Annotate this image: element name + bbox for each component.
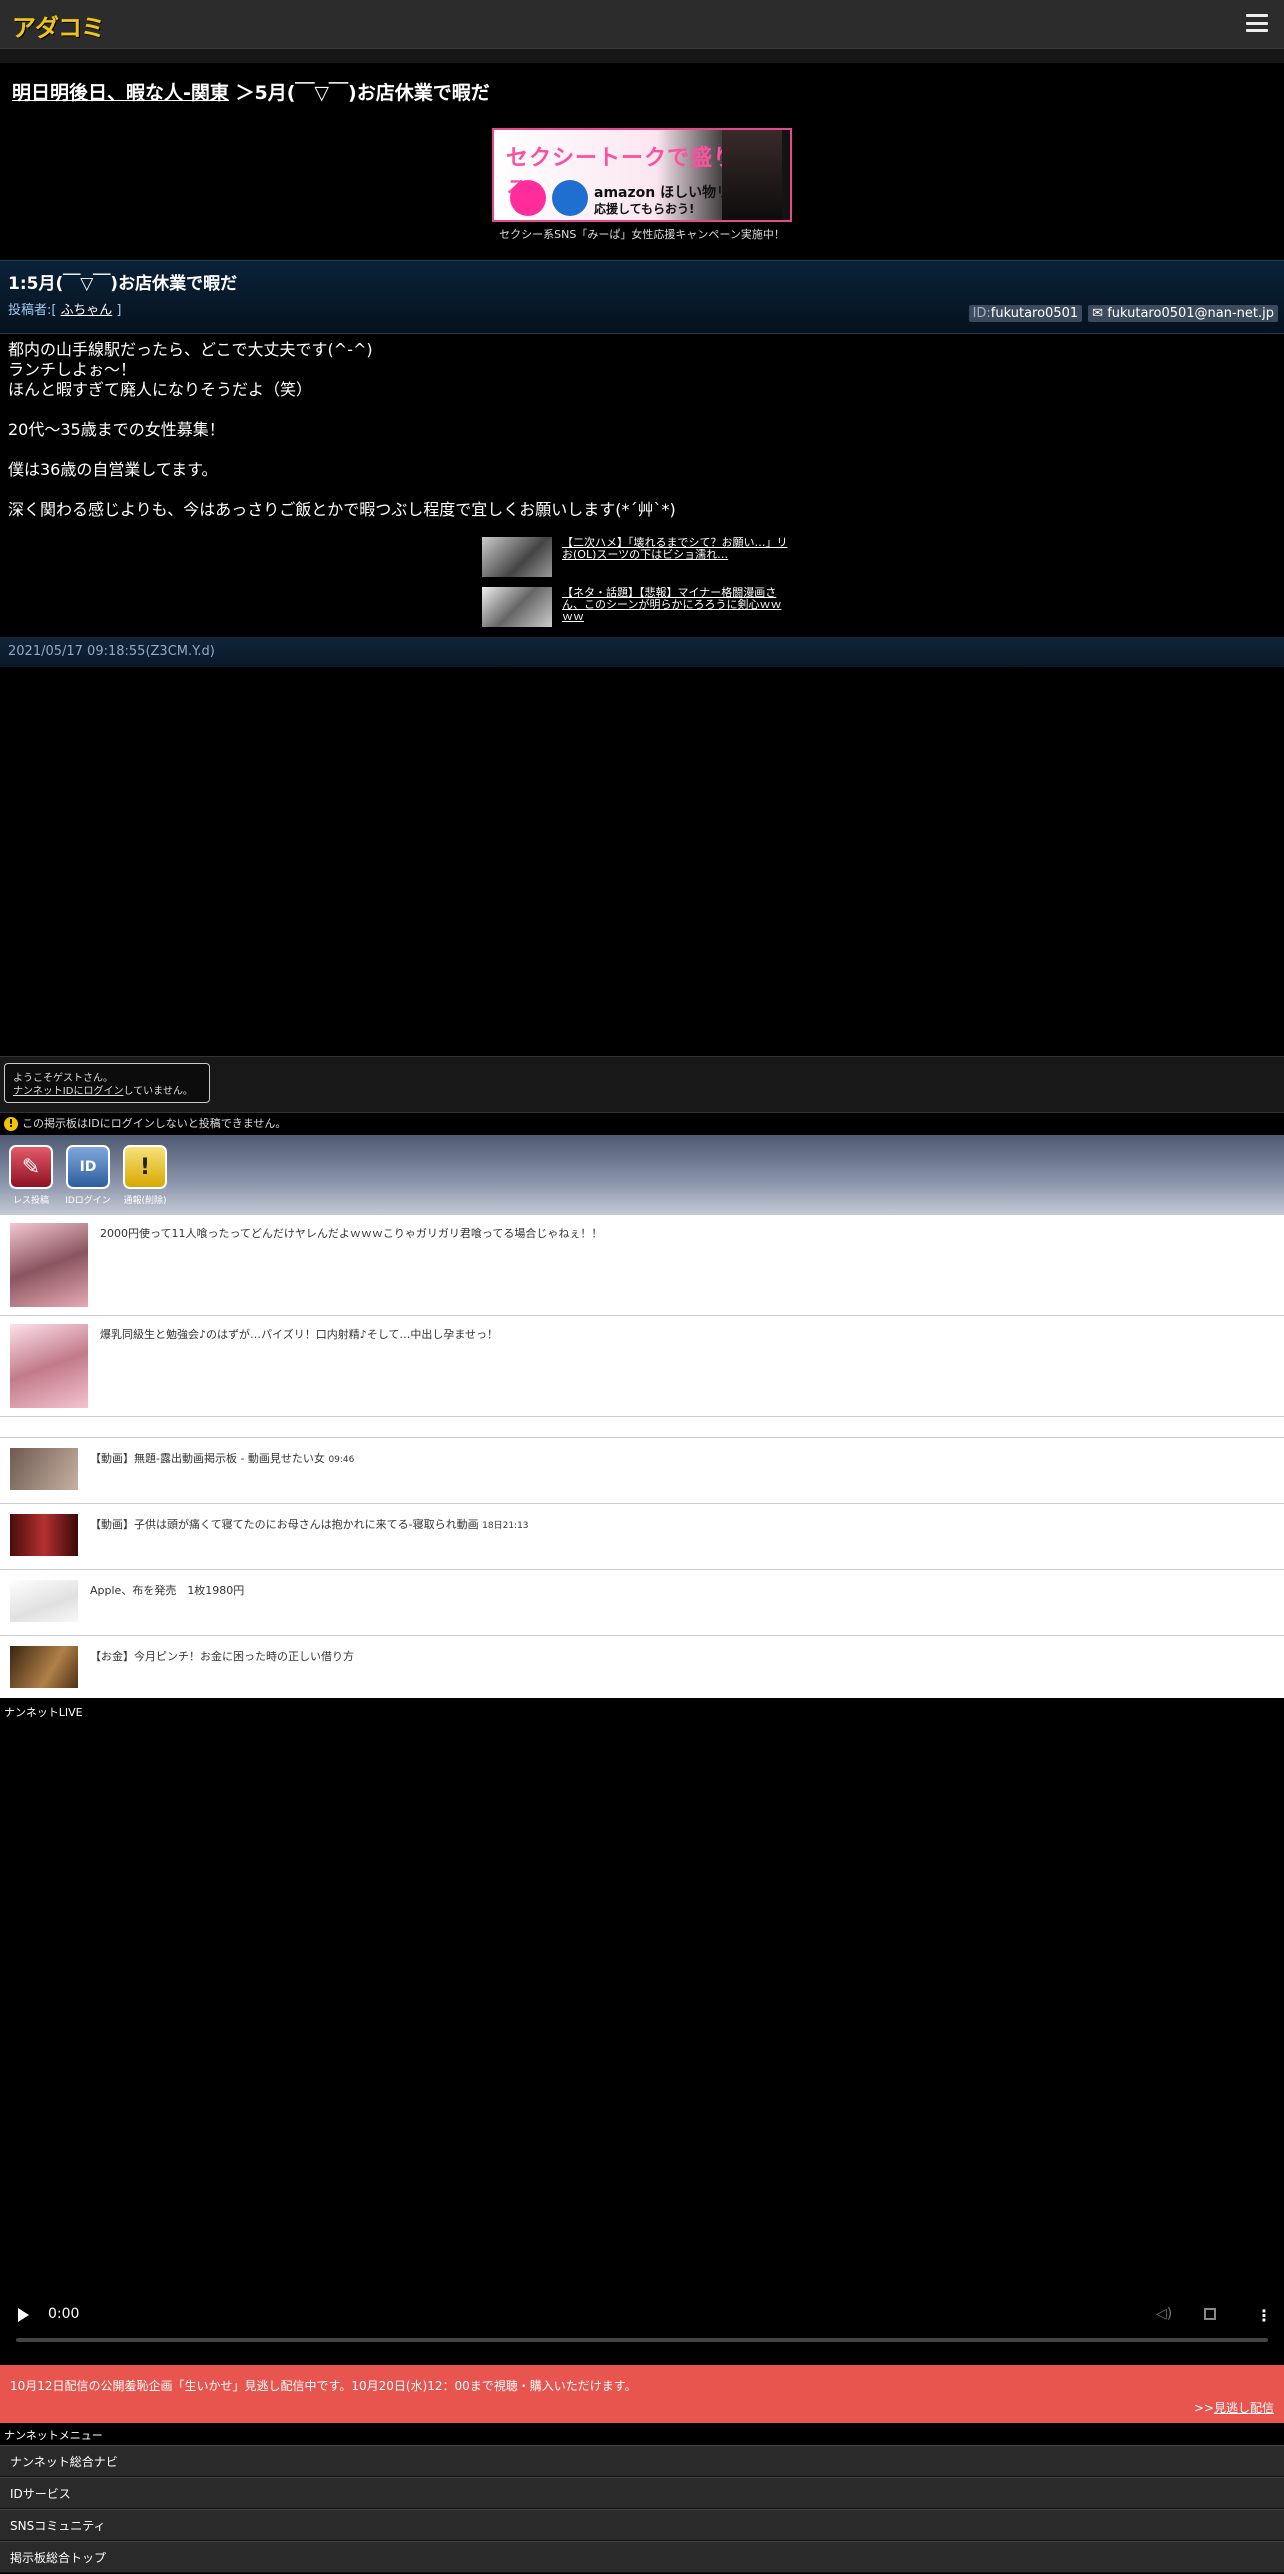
top-bar: アダコミ (0, 0, 1284, 49)
id-value: fukutaro0501 (990, 306, 1079, 321)
poster-info: 投稿者:[ ふちゃん ] (8, 299, 121, 318)
list-thumbnail (10, 1448, 78, 1490)
warning-icon: ! (123, 1145, 167, 1189)
menu-item-nav[interactable]: ナンネット総合ナビ (0, 2445, 1284, 2477)
warning-icon: ! (4, 1117, 18, 1131)
list-item[interactable]: Apple、布を発売 1枚1980円 (0, 1570, 1284, 1636)
list-thumbnail (10, 1223, 88, 1307)
sub-bar (0, 49, 1284, 63)
hamburger-icon[interactable] (1246, 14, 1268, 32)
mail-tag[interactable]: ✉ fukutaro0501@nan-net.jp (1088, 305, 1278, 322)
id-login-button[interactable]: ID IDログイン (63, 1145, 113, 1206)
list-item-text: 2000円使って11人喰ったってどんだけヤレんだよｗｗｗこりゃガリガリ君喰ってる… (100, 1227, 603, 1240)
video-time: 0:00 (48, 2306, 80, 2322)
menu-item-board-top[interactable]: 掲示板総合トップ (0, 2541, 1284, 2573)
list-item-time: 09:46 (328, 1455, 355, 1465)
post-body: 都内の山手線駅だったら、どこで大丈夫です(^-^) ランチしよぉ～！ ほんと暇す… (8, 340, 676, 519)
related-thumbnail (482, 537, 552, 577)
missed-broadcast-link[interactable]: 見逃し配信 (1214, 2401, 1274, 2415)
menu-item-id-service[interactable]: IDサービス (0, 2477, 1284, 2509)
button-label: IDログイン (65, 1196, 111, 1206)
id-tag: ID:fukutaro0501 (968, 305, 1083, 322)
banner-badge-women (510, 180, 546, 216)
list-item-text: 爆乳同級生と勉強会♪のはずが…パイズリ！口内射精♪そして…中出し孕ませっ！ (100, 1328, 499, 1341)
list-item-text: 【お金】今月ピンチ！お金に困った時の正しい借り方 (90, 1650, 354, 1663)
more-options-icon[interactable]: ⋮ (1256, 2306, 1272, 2325)
list-gap (0, 1417, 1284, 1438)
poster-label: 投稿者:[ (8, 303, 57, 318)
menu-title: ナンネットメニュー (4, 2429, 103, 2442)
list-item[interactable]: 【動画】子供は頭が痛くて寝てたのにお母さんは抱かれに来てる-寝取られ動画 18日… (0, 1504, 1284, 1570)
guest-status: していません。 (123, 1086, 193, 1097)
live-banner-text: 10月12日配信の公開羞恥企画「生いかせ」見逃し配信中です。10月20日(水)1… (10, 2379, 637, 2393)
related-link-2[interactable]: 【ネタ・話題】【悲報】マイナー格闘漫画さん、このシーンが明らかにろろうに剣心ｗｗ… (482, 587, 792, 627)
banner-amazon-line2: 応援してもらおう! (594, 202, 695, 216)
banner-badge-men (552, 180, 588, 216)
video-progress-bar[interactable] (16, 2338, 1268, 2342)
post-notice: ! この掲示板はIDにログインしないと投稿できません。 (0, 1112, 1284, 1136)
video-player-controls: 0:00 ◁) ⋮ (0, 2296, 1284, 2342)
mail-value: fukutaro0501@nan-net.jp (1107, 306, 1274, 321)
thread-title-suffix: ＞5月(￣▽￣)お店休業で暇だ (228, 82, 490, 104)
id-card-icon: ID (66, 1145, 110, 1189)
live-section-label: ナンネットLIVE (4, 1706, 83, 1719)
post-tags: ID:fukutaro0501 ✉ fukutaro0501@nan-net.j… (968, 305, 1278, 322)
related-link-1[interactable]: 【二次ハメ】「壊れるまでシて？お願い…」リお(OL)スーツの下はビショ濡れ… (482, 537, 792, 577)
related-link-text: 【二次ハメ】「壊れるまでシて？お願い…」リお(OL)スーツの下はビショ濡れ… (562, 536, 788, 561)
list-thumbnail (10, 1580, 78, 1622)
list-item[interactable]: 爆乳同級生と勉強会♪のはずが…パイズリ！口内射精♪そして…中出し孕ませっ！ (0, 1316, 1284, 1417)
post-header: 1:5月(￣▽￣)お店休業で暇だ 投稿者:[ ふちゃん ] ID:fukutar… (0, 260, 1284, 334)
site-logo[interactable]: アダコミ (12, 12, 105, 42)
list-item-time: 18日21:13 (482, 1521, 529, 1531)
post-title: 1:5月(￣▽￣)お店休業で暇だ (8, 274, 238, 294)
id-label: ID: (972, 306, 991, 321)
banner-caption: セクシー系SNS「みーぱ」女性応援キャンペーン実施中！ (499, 228, 785, 241)
ad-banner[interactable]: セクシートークで盛り上がろ amazon ほしい物リストで 応援してもらおう! (492, 128, 792, 222)
link-list: 2000円使って11人喰ったってどんだけヤレんだよｗｗｗこりゃガリガリ君喰ってる… (0, 1215, 1284, 1698)
mute-icon[interactable]: ◁) (1156, 2306, 1172, 2322)
list-thumbnail (10, 1646, 78, 1688)
site-menu: ナンネット総合ナビ IDサービス SNSコミュニティ 掲示板総合トップ (0, 2445, 1284, 2573)
notice-text: この掲示板はIDにログインしないと投稿できません。 (22, 1117, 287, 1130)
list-thumbnail (10, 1514, 78, 1556)
guest-area: ようこそゲストさん。 ナンネットIDにログインしていません。 (0, 1056, 1284, 1113)
list-item-text: Apple、布を発売 1枚1980円 (90, 1584, 245, 1597)
reply-post-button[interactable]: ✎ レス投稿 (6, 1145, 56, 1206)
action-icon-bar: ✎ レス投稿 ID IDログイン ! 通報(削除) (0, 1135, 1284, 1215)
fullscreen-icon[interactable] (1204, 2308, 1216, 2320)
board-link[interactable]: 明日明後日、暇な人-関東 (12, 82, 229, 104)
guest-welcome: ようこそゲストさん。 (13, 1073, 113, 1084)
guest-box: ようこそゲストさん。 ナンネットIDにログインしていません。 (4, 1063, 210, 1103)
list-thumbnail (10, 1324, 88, 1408)
list-item-text: 【動画】子供は頭が痛くて寝てたのにお母さんは抱かれに来てる-寝取られ動画 18日… (90, 1518, 529, 1531)
live-banner: 10月12日配信の公開羞恥企画「生いかせ」見逃し配信中です。10月20日(水)1… (0, 2365, 1284, 2423)
mail-icon: ✉ (1092, 306, 1104, 321)
poster-name-link[interactable]: ふちゃん (61, 303, 113, 318)
live-banner-link-wrap: >>見逃し配信 (1193, 2401, 1274, 2415)
related-thumbnail (482, 587, 552, 627)
poster-close: ] (116, 303, 122, 318)
related-link-text: 【ネタ・話題】【悲報】マイナー格闘漫画さん、このシーンが明らかにろろうに剣心ｗｗ… (562, 586, 782, 623)
post-date: 2021/05/17 09:18:55(Z3CM.Y.d) (0, 637, 1284, 667)
menu-item-sns[interactable]: SNSコミュニティ (0, 2509, 1284, 2541)
pen-icon: ✎ (9, 1145, 53, 1189)
list-item[interactable]: 【お金】今月ピンチ！お金に困った時の正しい借り方 (0, 1636, 1284, 1698)
logo-text: アダコミ (12, 13, 105, 42)
page-title: 明日明後日、暇な人-関東 ＞5月(￣▽￣)お店休業で暇だ (12, 78, 490, 105)
report-button[interactable]: ! 通報(削除) (120, 1145, 170, 1206)
list-item[interactable]: 【動画】無題-露出動画掲示板 - 動画見せたい女 09:46 (0, 1438, 1284, 1504)
button-label: レス投稿 (12, 1196, 49, 1206)
button-label: 通報(削除) (123, 1196, 167, 1206)
list-item-text: 【動画】無題-露出動画掲示板 - 動画見せたい女 09:46 (90, 1452, 355, 1465)
list-item[interactable]: 2000円使って11人喰ったってどんだけヤレんだよｗｗｗこりゃガリガリ君喰ってる… (0, 1215, 1284, 1316)
login-link[interactable]: ナンネットIDにログイン (13, 1086, 123, 1097)
banner-model-image (722, 130, 782, 220)
play-icon[interactable] (18, 2308, 29, 2322)
